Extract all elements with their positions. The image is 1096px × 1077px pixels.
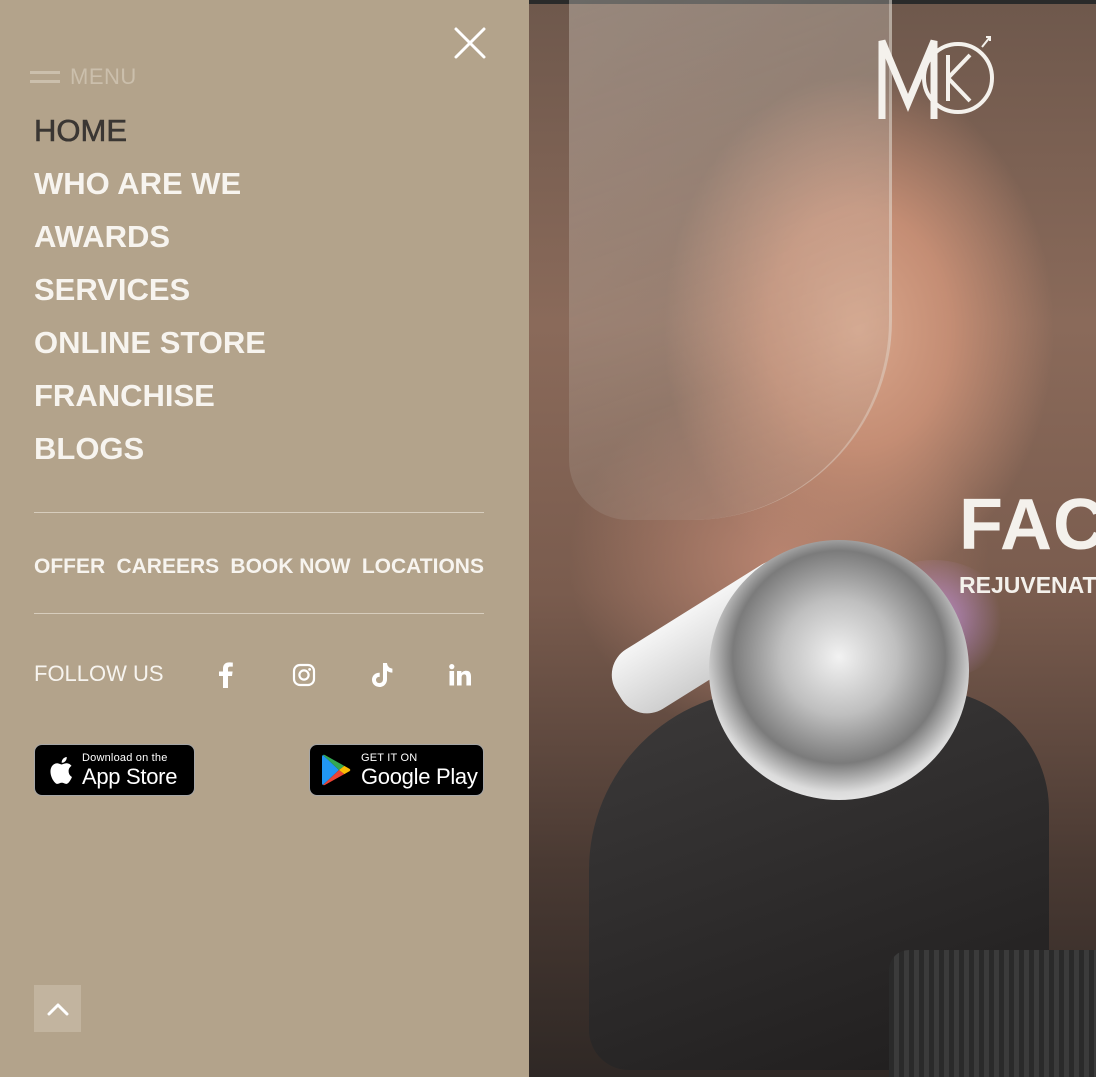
- quick-link-offer[interactable]: OFFER: [34, 555, 105, 579]
- divider-top: [34, 512, 484, 513]
- facebook-icon[interactable]: [212, 661, 240, 689]
- follow-us-label: FOLLOW US: [34, 661, 164, 686]
- follow-us-row: FOLLOW US: [34, 658, 484, 692]
- quick-link-book-now[interactable]: BOOK NOW: [230, 555, 350, 579]
- tiktok-icon[interactable]: [368, 661, 396, 689]
- instagram-icon[interactable]: [290, 661, 318, 689]
- hero-subtitle: REJUVENATI: [959, 572, 1096, 598]
- apple-icon: [50, 757, 72, 784]
- hero-hair-cap: [569, 0, 892, 520]
- app-store-small-text: Download on the: [82, 751, 168, 764]
- app-store-button[interactable]: Download on the App Store: [34, 744, 195, 796]
- nav-item-blogs[interactable]: BLOGS: [34, 430, 266, 483]
- main-nav: HOME WHO ARE WE AWARDS SERVICES ONLINE S…: [34, 112, 266, 483]
- back-to-top-button[interactable]: [34, 985, 81, 1032]
- nav-item-home[interactable]: HOME: [34, 112, 266, 165]
- google-play-button[interactable]: GET IT ON Google Play: [309, 744, 484, 796]
- hamburger-icon: [30, 71, 60, 83]
- google-play-big-text: Google Play: [361, 763, 478, 789]
- nav-item-services[interactable]: SERVICES: [34, 271, 266, 324]
- nav-item-online-store[interactable]: ONLINE STORE: [34, 324, 266, 377]
- hero-section: FAC REJUVENATI: [529, 0, 1096, 1077]
- nav-item-franchise[interactable]: FRANCHISE: [34, 377, 266, 430]
- google-play-icon: [322, 754, 351, 786]
- menu-toggle[interactable]: MENU: [30, 64, 137, 90]
- menu-label-text: MENU: [70, 64, 137, 89]
- menu-panel: MENU HOME WHO ARE WE AWARDS SERVICES ONL…: [0, 0, 529, 1077]
- divider-bottom: [34, 613, 484, 614]
- brand-logo[interactable]: [878, 33, 998, 123]
- app-store-big-text: App Store: [82, 763, 178, 789]
- nav-item-who-are-we[interactable]: WHO ARE WE: [34, 165, 266, 218]
- linkedin-icon[interactable]: [446, 661, 474, 689]
- close-menu-button[interactable]: [452, 25, 488, 61]
- close-icon: [454, 27, 486, 59]
- hero-title: FAC: [959, 485, 1096, 565]
- google-play-small-text: GET IT ON: [361, 751, 418, 764]
- quick-link-locations[interactable]: LOCATIONS: [362, 555, 484, 579]
- chevron-up-icon: [47, 1003, 68, 1015]
- quick-links: OFFER CAREERS BOOK NOW LOCATIONS: [34, 555, 484, 579]
- quick-link-careers[interactable]: CAREERS: [116, 555, 219, 579]
- page: FAC REJUVENATI MENU HOME WHO ARE WE AWAR…: [0, 0, 1096, 1077]
- hero-collar: [889, 950, 1096, 1077]
- nav-item-awards[interactable]: AWARDS: [34, 218, 266, 271]
- hero-facial-device: [709, 540, 969, 800]
